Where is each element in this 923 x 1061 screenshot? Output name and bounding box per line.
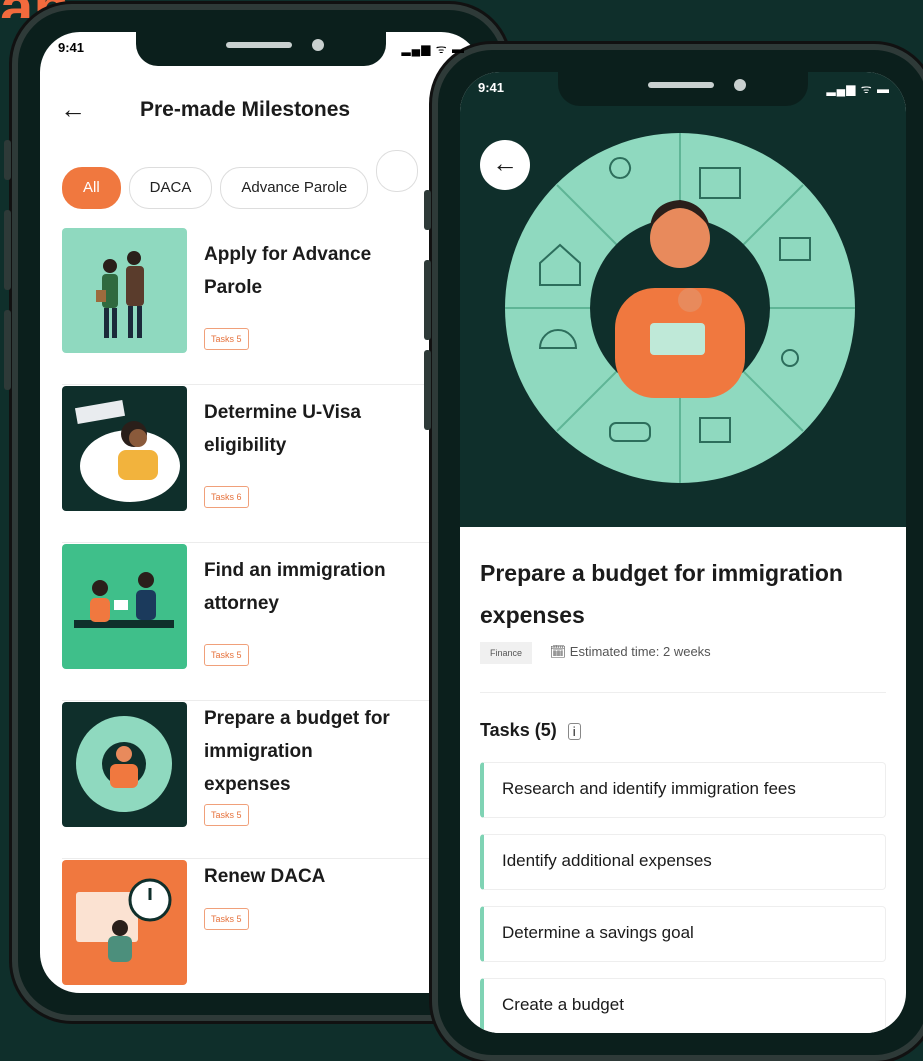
illustration-travelers [62,228,187,353]
milestone-card[interactable]: Find an immigration attorney Tasks 5 → [62,544,481,701]
status-time: 9:41 [478,80,505,95]
filter-chips: All DACA Advance Parole [62,150,426,209]
illustration-attorney-meeting [62,544,187,669]
illustration-document-review [62,386,187,511]
tasks-header-label: Tasks (5) [480,720,557,740]
tasks-badge: Tasks 5 [204,328,249,350]
volume-down-button [4,310,11,390]
milestone-title: Renew DACA [204,866,326,887]
task-item[interactable]: Create a budget [480,978,886,1033]
calendar-icon: 🗓 [549,644,567,659]
tasks-badge: Tasks 5 [204,908,249,930]
milestone-title: Apply for Advance Parole [204,244,372,298]
tasks-badge: Tasks 5 [204,804,249,826]
milestone-title: Determine U-Visa eligibility [204,402,361,456]
mute-switch [424,190,431,230]
chip-advance-parole[interactable]: Advance Parole [220,167,369,209]
phone-right: 9:41 ▂▄▆ ᯤ ▬ ← Prepare a budget for immi… [424,44,923,1061]
milestone-title: Prepare a budget for immigration expense… [480,560,843,628]
status-bar: 9:41 ▂▄▆ ᯤ ▬ [40,38,481,60]
task-item[interactable]: Identify additional expenses [480,834,886,890]
task-item[interactable]: Determine a savings goal [480,906,886,962]
back-button[interactable]: ← [480,140,530,190]
status-time: 9:41 [58,40,85,55]
budget-illustration [505,133,855,483]
milestone-card[interactable]: Renew DACA Tasks 5 → [62,860,481,993]
volume-up-button [424,260,431,340]
status-icons: ▂▄▆ ᯤ ▬ [826,82,890,96]
milestone-title: Prepare a budget for immigration expense… [204,708,390,795]
task-label: Create a budget [502,995,624,1014]
milestone-card[interactable]: Determine U-Visa eligibility Tasks 6 → [62,386,481,543]
category-tag: Finance [480,642,533,664]
chip-more[interactable] [376,150,419,192]
milestone-card[interactable]: Apply for Advance Parole Tasks 5 → [62,228,481,385]
volume-up-button [4,210,11,290]
info-icon[interactable]: i [567,723,581,740]
milestone-card[interactable]: Prepare a budget for immigration expense… [62,702,481,859]
milestone-title: Find an immigration attorney [204,560,386,614]
back-arrow-icon[interactable]: ← [60,94,86,125]
chip-daca[interactable]: DACA [128,167,213,209]
header: ← Pre-made Milestones [40,92,481,132]
volume-down-button [424,350,431,430]
illustration-renew [62,860,187,985]
chip-all[interactable]: All [62,167,121,209]
task-item[interactable]: Research and identify immigration fees [480,762,886,818]
page-title: Pre-made Milestones [140,98,351,121]
hero-banner [460,72,906,527]
task-label: Research and identify immigration fees [502,779,796,798]
task-label: Identify additional expenses [502,851,712,870]
estimated-time: Estimated time: 2 weeks [569,644,711,659]
status-bar: 9:41 ▂▄▆ ᯤ ▬ [460,78,906,100]
tasks-header: Tasks (5) i [480,720,581,741]
milestone-meta: Finance 🗓 Estimated time: 2 weeks [480,642,711,664]
mute-switch [4,140,11,180]
status-icons: ▂▄▆ ᯤ ▬ [401,42,465,56]
back-arrow-icon: ← [492,148,518,178]
milestone-detail-screen: 9:41 ▂▄▆ ᯤ ▬ ← Prepare a budget for immi… [460,72,906,1033]
task-label: Determine a savings goal [502,923,694,942]
divider [480,692,886,693]
tasks-badge: Tasks 5 [204,644,249,666]
tasks-badge: Tasks 6 [204,486,249,508]
milestones-screen: 9:41 ▂▄▆ ᯤ ▬ ← Pre-made Milestones All DA… [40,32,481,993]
illustration-budget [62,702,187,827]
